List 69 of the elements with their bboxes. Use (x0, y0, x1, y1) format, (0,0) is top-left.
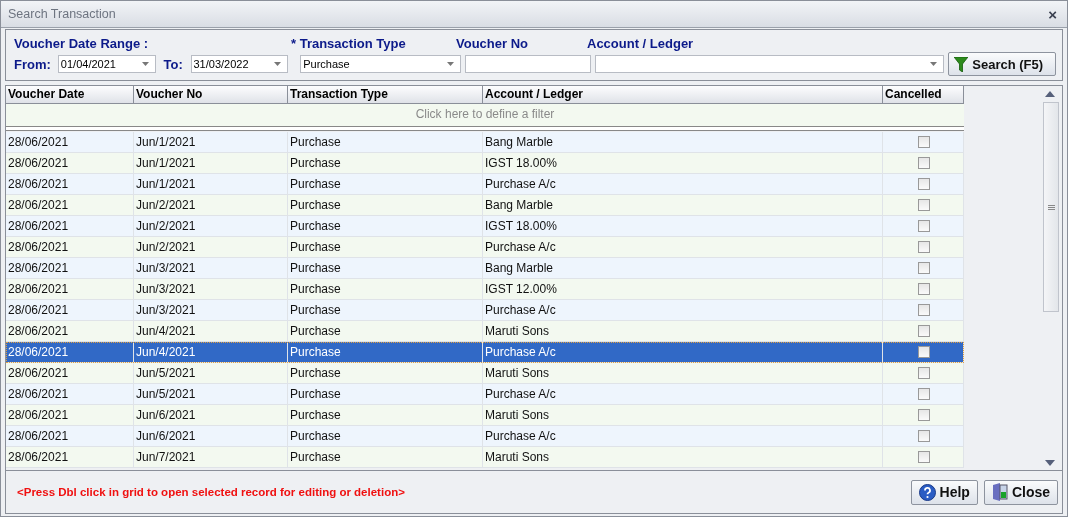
question-icon (918, 483, 936, 501)
dropdown-field[interactable]: 31/03/2022 (190, 55, 289, 73)
field-label: To: (163, 56, 184, 72)
column-header[interactable]: Cancelled (883, 86, 964, 104)
checkbox[interactable] (918, 346, 930, 358)
table-cell: Jun/7/2021 (134, 447, 288, 468)
close-button[interactable]: Close (983, 479, 1058, 505)
checkbox[interactable] (918, 283, 930, 295)
scroll-down-arrow-icon (1045, 460, 1055, 466)
field-label: * Transaction Type (291, 35, 407, 51)
scroll-thumb[interactable] (1043, 102, 1059, 312)
checkbox[interactable] (918, 136, 930, 148)
table-row[interactable]: 28/06/2021 Jun/3/2021 Purchase Purchase A/c (6, 300, 964, 321)
table-row[interactable]: 28/06/2021 Jun/1/2021 Purchase IGST 18.00% (6, 153, 964, 174)
table-row[interactable]: 28/06/2021 Jun/6/2021 Purchase Purchase A/c (6, 426, 964, 447)
checkbox[interactable] (918, 367, 930, 379)
checkbox[interactable] (918, 241, 930, 253)
checkbox[interactable] (918, 157, 930, 169)
checkbox[interactable] (918, 199, 930, 211)
table-row[interactable]: 28/06/2021 Jun/1/2021 Purchase Purchase A/c (6, 174, 964, 195)
table-row[interactable]: 28/06/2021 Jun/2/2021 Purchase Purchase A/c (6, 237, 964, 258)
table-cell: 28/06/2021 (6, 447, 134, 468)
checkbox[interactable] (918, 409, 930, 421)
hint-text: <Press Dbl click in grid to open selected record for editing or deletion> (17, 486, 405, 498)
table-row[interactable]: 28/06/2021 Jun/6/2021 Purchase Maruti Sons (6, 405, 964, 426)
column-header[interactable]: Voucher No (134, 86, 288, 104)
table-row[interactable]: 28/06/2021 Jun/4/2021 Purchase Maruti Sons (6, 321, 964, 342)
checkbox[interactable] (918, 178, 930, 190)
table-row[interactable]: 28/06/2021 Jun/4/2021 Purchase Purchase A/c (6, 342, 964, 363)
field-label: Voucher No (456, 35, 529, 51)
checkbox[interactable] (918, 451, 930, 463)
table-row[interactable]: 28/06/2021 Jun/2/2021 Purchase IGST 18.00% (6, 216, 964, 237)
dropdown-field[interactable] (595, 55, 945, 73)
dropdown-arrow-icon (274, 62, 282, 66)
table-row[interactable]: 28/06/2021 Jun/2/2021 Purchase Bang Marble (6, 195, 964, 216)
table-row[interactable]: 28/06/2021 Jun/3/2021 Purchase Bang Marble (6, 258, 964, 279)
table-row[interactable]: 28/06/2021 Jun/5/2021 Purchase Purchase A/c (6, 384, 964, 405)
scroll-up-arrow-icon (1045, 91, 1055, 97)
table-row[interactable]: 28/06/2021 Jun/1/2021 Purchase Bang Marble (6, 132, 964, 153)
door-icon (991, 483, 1008, 501)
dropdown-field[interactable]: 01/04/2021 (57, 55, 156, 73)
date-range-label: Voucher Date Range : (14, 35, 150, 51)
table-row[interactable]: 28/06/2021 Jun/7/2021 Purchase Maruti Sons (6, 447, 964, 468)
voucher-no-field[interactable] (464, 55, 592, 73)
grip-icon (1047, 204, 1055, 210)
column-header[interactable]: Account / Ledger (483, 86, 883, 104)
field-label: Account / Ledger (587, 35, 694, 51)
checkbox[interactable] (918, 325, 930, 337)
checkbox[interactable] (918, 220, 930, 232)
dropdown-arrow-icon (930, 62, 938, 66)
checkbox[interactable] (918, 430, 930, 442)
table-cell: Purchase (288, 447, 483, 468)
dropdown-field[interactable]: Purchase (300, 55, 461, 73)
checkbox[interactable] (918, 388, 930, 400)
window-title: Search Transaction (8, 7, 116, 21)
checkbox[interactable] (918, 262, 930, 274)
help-button[interactable]: Help (910, 479, 978, 505)
table-row[interactable]: 28/06/2021 Jun/3/2021 Purchase IGST 12.00% (6, 279, 964, 300)
column-header[interactable]: Voucher Date (6, 86, 134, 104)
table-cell: Maruti Sons (483, 447, 883, 468)
dropdown-arrow-icon (446, 62, 454, 66)
search-button[interactable]: Search (F5) (948, 52, 1056, 76)
table-row[interactable]: 28/06/2021 Jun/5/2021 Purchase Maruti Sons (6, 363, 964, 384)
checkbox[interactable] (918, 304, 930, 316)
funnel-icon (954, 56, 969, 72)
column-header[interactable]: Transaction Type (288, 86, 483, 104)
dropdown-arrow-icon (141, 62, 149, 66)
field-label: From: (14, 56, 52, 72)
close-button[interactable]: × (1048, 5, 1057, 23)
